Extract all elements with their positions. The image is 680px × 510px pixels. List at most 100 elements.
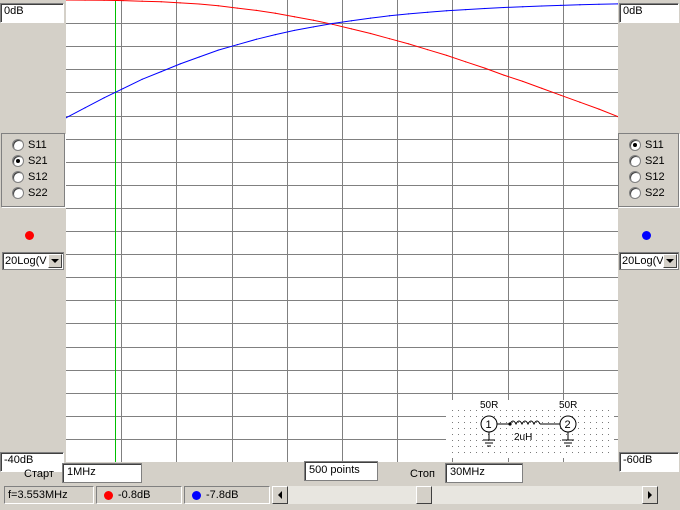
radio-label: S22 xyxy=(645,187,665,199)
right-trace-color-dot xyxy=(642,231,651,240)
data-point-s11 xyxy=(122,87,124,90)
radio-button[interactable] xyxy=(12,171,24,183)
data-point-s11 xyxy=(350,20,353,22)
data-point-s21 xyxy=(446,54,448,57)
data-point-s21 xyxy=(369,32,372,35)
data-point-s21 xyxy=(427,49,429,51)
radio-button[interactable] xyxy=(12,155,24,167)
left-mode-select[interactable]: 20Log(V xyxy=(2,252,64,270)
port2-impedance-label: 50R xyxy=(559,400,577,411)
right-radio-s22[interactable]: S22 xyxy=(619,185,678,201)
data-point-s21 xyxy=(255,9,257,11)
left-radio-s12[interactable]: S12 xyxy=(2,169,64,185)
data-point-s21 xyxy=(579,101,581,103)
data-point-s11 xyxy=(160,71,162,73)
status-right-value: -7.8dB xyxy=(184,486,270,504)
left-radio-s21[interactable]: S21 xyxy=(2,153,64,169)
inductor-value-label: 2uH xyxy=(514,432,532,443)
radio-label: S21 xyxy=(28,155,48,167)
right-scale-top-field[interactable]: 0dB xyxy=(619,3,679,23)
data-point-s11 xyxy=(293,29,296,32)
start-frequency-input[interactable]: 1MHz xyxy=(62,463,142,483)
arrow-right-icon xyxy=(648,491,652,499)
left-value-readout: -0.8dB xyxy=(118,489,151,501)
port2-number: 2 xyxy=(565,419,571,431)
data-point-s11 xyxy=(541,5,543,7)
port1-number: 1 xyxy=(486,419,492,431)
data-point-s21 xyxy=(274,12,276,14)
data-point-s21 xyxy=(388,38,391,40)
data-point-s11 xyxy=(579,4,581,6)
data-point-s11 xyxy=(331,22,334,25)
radio-label: S12 xyxy=(28,171,48,183)
left-trace-color-dot xyxy=(25,231,34,240)
right-mode-value: 20Log(V xyxy=(622,255,663,267)
data-point-s11 xyxy=(427,11,429,13)
data-point-s11 xyxy=(103,97,105,99)
scroll-right-button[interactable] xyxy=(642,486,658,504)
data-point-s11 xyxy=(484,7,486,10)
data-point-s21 xyxy=(408,43,410,45)
data-point-s11 xyxy=(446,10,448,12)
left-parameter-group: S11 S21 S12 S22 xyxy=(1,133,65,207)
right-radio-s12[interactable]: S12 xyxy=(619,169,678,185)
data-point-s11 xyxy=(369,17,372,19)
radio-label: S22 xyxy=(28,187,48,199)
data-point-s11 xyxy=(179,63,181,65)
data-point-s11 xyxy=(560,4,562,6)
status-frequency: f=3.553MHz xyxy=(4,486,94,504)
data-point-s21 xyxy=(217,5,219,7)
data-point-s11 xyxy=(217,49,219,51)
right-radio-s21[interactable]: S21 xyxy=(619,153,678,169)
radio-button[interactable] xyxy=(12,139,24,151)
scroll-thumb[interactable] xyxy=(416,486,432,504)
circuit-diagram: 50R 50R 1 2 2uH xyxy=(446,400,614,458)
points-input[interactable]: 500 points xyxy=(304,461,378,481)
dropdown-arrow-icon[interactable] xyxy=(663,254,677,268)
data-point-s21 xyxy=(350,28,353,30)
start-label: Старт xyxy=(24,468,54,480)
frequency-readout: f=3.553MHz xyxy=(8,489,68,501)
data-point-s11 xyxy=(274,34,276,36)
data-point-s21 xyxy=(160,1,162,3)
radio-button[interactable] xyxy=(629,139,641,151)
data-point-s21 xyxy=(236,7,238,9)
blue-dot-icon xyxy=(192,490,201,500)
radio-button[interactable] xyxy=(629,187,641,199)
right-mode-select[interactable]: 20Log(V xyxy=(619,252,679,270)
stop-frequency-input[interactable]: 30MHz xyxy=(445,463,523,483)
left-axis-panel: 0dB S11 S21 S12 S22 20Log(V -40dB xyxy=(0,0,66,472)
data-point-s21 xyxy=(541,87,543,89)
left-scale-top-field[interactable]: 0dB xyxy=(0,3,64,23)
radio-button[interactable] xyxy=(629,171,641,183)
radio-button[interactable] xyxy=(629,155,641,167)
left-mode-value: 20Log(V xyxy=(5,255,47,267)
data-point-s21 xyxy=(560,94,562,96)
data-point-s21 xyxy=(293,16,296,18)
scroll-left-button[interactable] xyxy=(272,486,288,504)
status-left-value: -0.8dB xyxy=(96,486,182,504)
data-point-s21 xyxy=(312,19,315,21)
data-point-s11 xyxy=(312,26,315,28)
data-point-s21 xyxy=(141,0,143,2)
left-radio-s11[interactable]: S11 xyxy=(2,137,64,153)
port1-impedance-label: 50R xyxy=(480,400,498,411)
data-point-s21 xyxy=(122,0,124,2)
data-point-s21 xyxy=(503,74,505,76)
scroll-track[interactable] xyxy=(288,486,642,504)
frequency-scrollbar[interactable] xyxy=(272,486,658,504)
right-radio-s11[interactable]: S11 xyxy=(619,137,678,153)
data-point-s11 xyxy=(503,6,505,9)
data-point-s11 xyxy=(198,56,200,58)
radio-button[interactable] xyxy=(12,187,24,199)
right-scale-bottom-field[interactable]: -60dB xyxy=(619,452,679,472)
stop-label: Стоп xyxy=(410,468,435,480)
data-point-s21 xyxy=(598,108,600,110)
red-dot-icon xyxy=(104,490,113,500)
data-point-s11 xyxy=(236,44,238,46)
left-radio-s22[interactable]: S22 xyxy=(2,185,64,201)
dropdown-arrow-icon[interactable] xyxy=(48,254,62,268)
plot-area[interactable]: 50R 50R 1 2 2uH xyxy=(66,0,618,462)
data-point-s21 xyxy=(522,80,524,83)
data-point-s11 xyxy=(388,15,391,17)
